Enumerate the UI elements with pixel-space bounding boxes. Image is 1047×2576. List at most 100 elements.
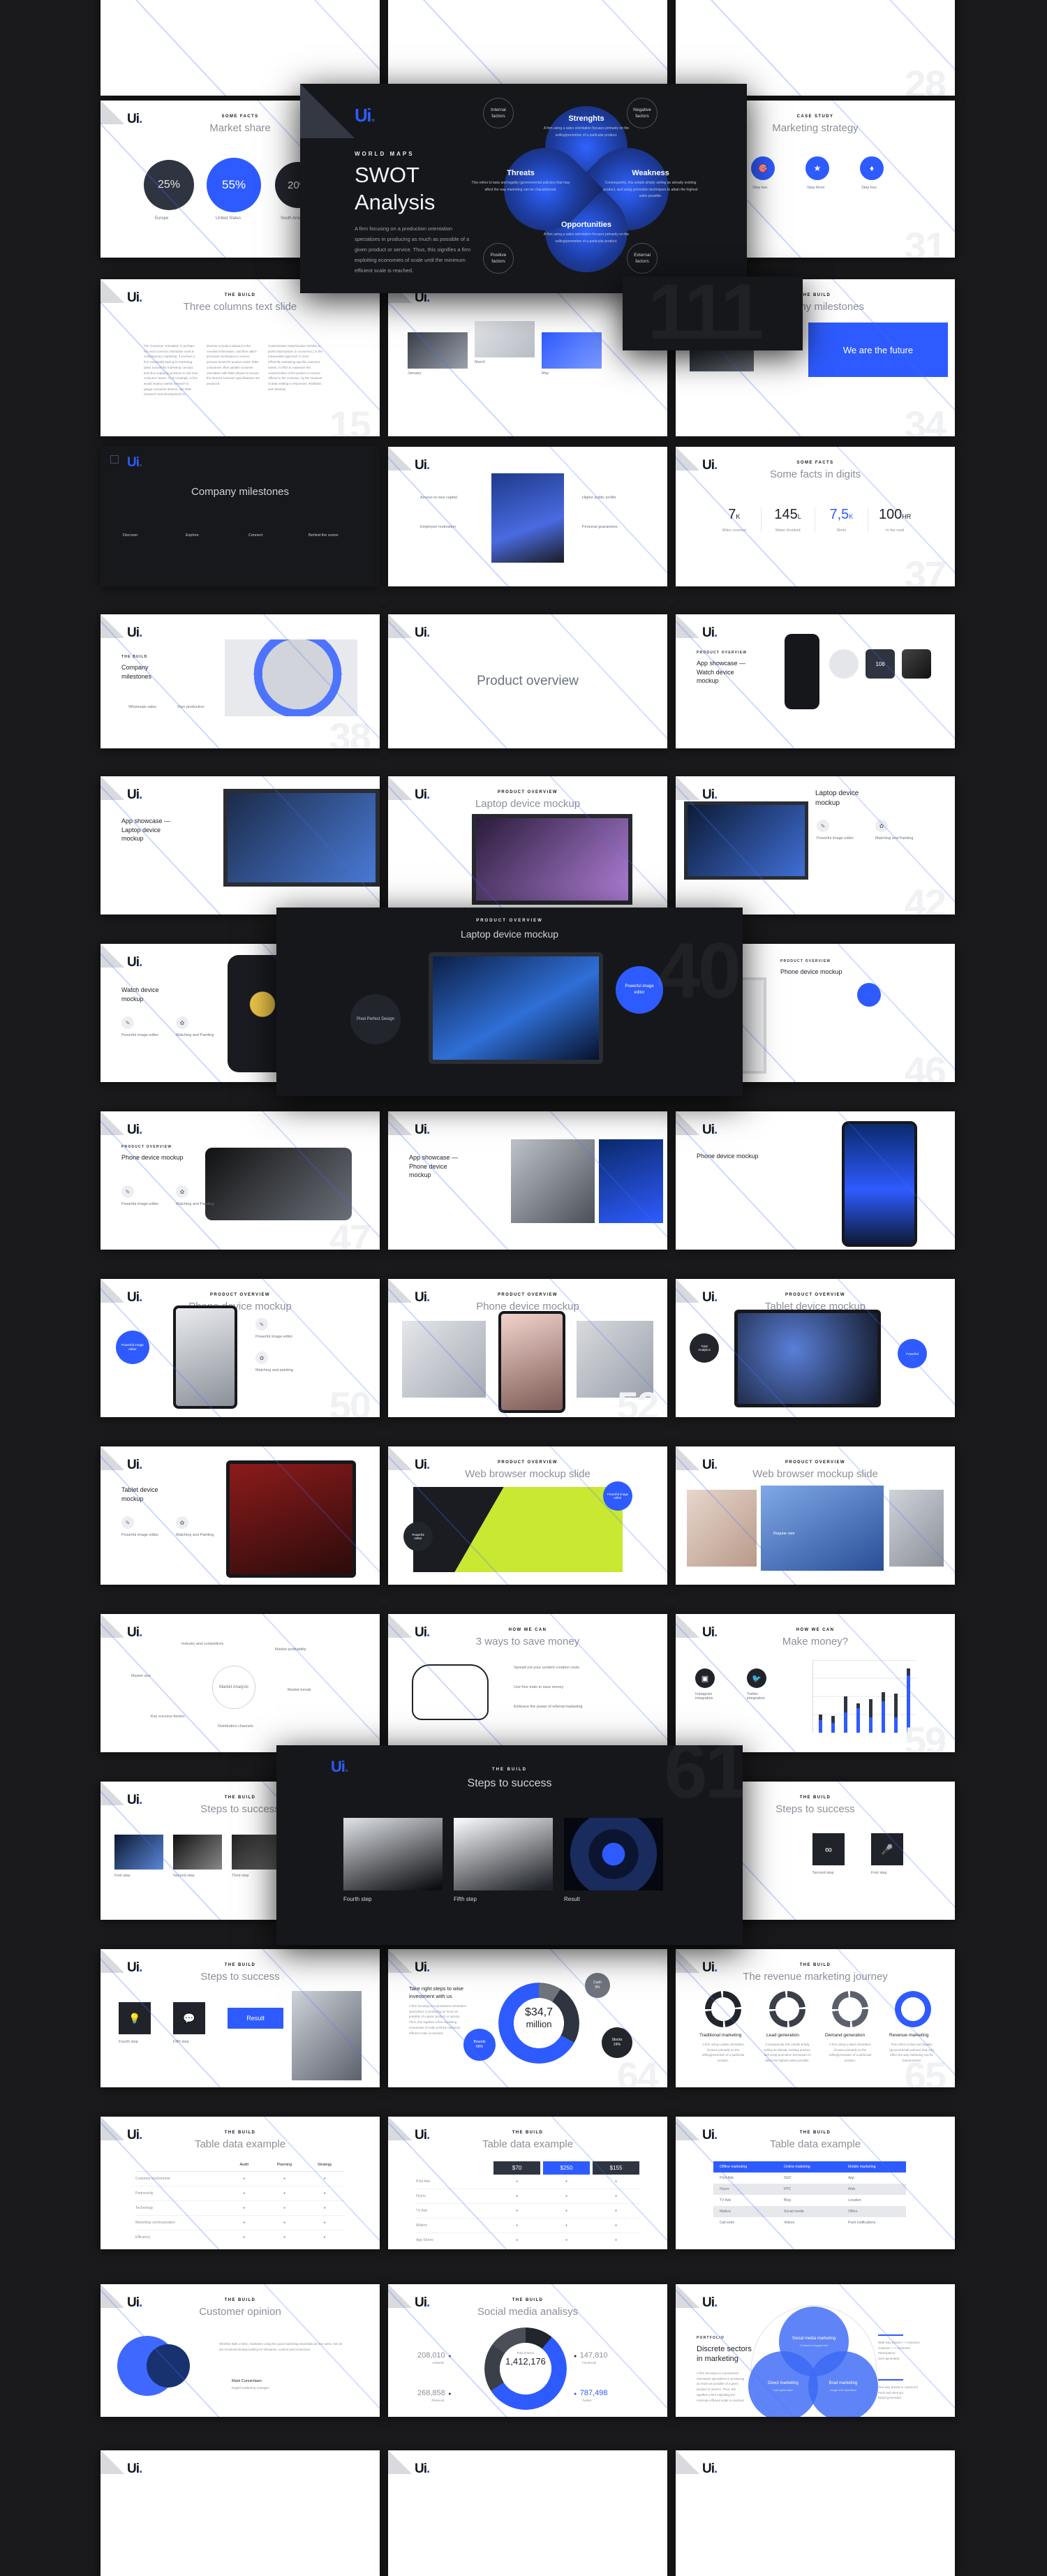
table-cell: Push notifications — [848, 2221, 876, 2225]
featured-panel-laptop[interactable]: PRODUCT OVERVIEW Laptop device mockup Po… — [276, 908, 743, 1096]
table-header-cell: Offline marketing — [720, 2165, 748, 2169]
watch-mockup[interactable] — [785, 634, 819, 709]
browser-mockup[interactable] — [761, 1486, 884, 1571]
step-image-result[interactable] — [564, 1818, 663, 1890]
bullet-item: Push and interrupt — [878, 2390, 903, 2394]
slide-card-laptop-a[interactable]: Ui. App showcase — Laptop device mockup — [101, 776, 380, 915]
slide-card[interactable]: Ui. — [101, 2450, 380, 2576]
step-image-1[interactable] — [114, 1835, 163, 1870]
laptop-mockup[interactable] — [429, 952, 603, 1064]
step-image[interactable] — [292, 1991, 362, 2080]
checkbox-icon[interactable] — [110, 455, 119, 464]
slide-card-table-c[interactable]: Ui. THE BUILD Table data example Offline… — [676, 2117, 955, 2249]
brand-logo: Ui. — [702, 1123, 718, 1137]
phone-mockup[interactable] — [173, 1305, 237, 1409]
page-fold-corner — [676, 776, 699, 800]
slide-card-phone-b[interactable]: Ui. PRODUCT OVERVIEW Phone device mockup… — [101, 1111, 380, 1250]
grid-image-1[interactable] — [408, 332, 468, 369]
grid-image-2[interactable] — [475, 321, 535, 357]
slide-card-web-b[interactable]: Ui. PRODUCT OVERVIEW Web browser mockup … — [676, 1446, 955, 1585]
slide-card-laptop-b[interactable]: Ui. PRODUCT OVERVIEW Laptop device mocku… — [388, 776, 667, 915]
slide-card-discrete-sectors[interactable]: Ui. PORTFOLIO Discrete sectors in market… — [676, 2284, 955, 2417]
slide-card-phone-f[interactable]: Ui. PRODUCT OVERVIEW Phone device mockup… — [388, 1279, 667, 1417]
badge-label: Powerful image editor — [121, 1342, 144, 1351]
slide-card-portfolio-guitar[interactable]: Ui. Access to new capital Employee motiv… — [388, 447, 667, 586]
journey-label-revenue: Revenue marketing — [889, 2033, 929, 2038]
feature-label-1: Powerful image editor — [121, 1033, 159, 1037]
slide-card-revenue-journey[interactable]: Ui. THE BUILD The revenue marketing jour… — [676, 1949, 955, 2087]
phone-mockup[interactable] — [842, 1121, 917, 1247]
slide-number: 64 — [616, 2054, 659, 2087]
slide-card-three-columns[interactable]: Ui. THE BUILD Three columns text slide T… — [101, 279, 380, 436]
page-fold-corner — [676, 1614, 699, 1638]
photo-tile[interactable] — [687, 1490, 757, 1567]
slide-card-facts-digits[interactable]: Ui. SOME FACTS Some facts in digits 7K M… — [676, 447, 955, 586]
stat-label: Water drunked — [775, 528, 801, 533]
featured-panel-swot[interactable]: Ui. WORLD MAPS SWOT Analysis A firm focu… — [300, 84, 747, 293]
feature-label-1: Powerful image editor — [817, 836, 854, 841]
phone-mockup[interactable] — [205, 1148, 352, 1220]
slide-card-market-analysis[interactable]: Ui. Market Analysis Industry and competi… — [101, 1614, 380, 1752]
slide-card-customer-opinion[interactable]: Ui. THE BUILD Customer opinion Whether B… — [101, 2284, 380, 2417]
slide-card-product-overview-cover[interactable]: Ui. Product overview — [388, 614, 667, 748]
slide-card-milestones-map[interactable]: Ui. THE BUILD Company milestones Wholesal… — [101, 614, 380, 748]
browser-mockup[interactable] — [413, 1487, 623, 1572]
step-image-3[interactable] — [232, 1835, 281, 1870]
step-result-button[interactable]: Result — [228, 2008, 283, 2029]
slide-eyebrow: PRODUCT OVERVIEW — [498, 1293, 558, 1297]
slide-card-tablet-b[interactable]: Ui. Tablet device mockup ✎ Powerful image… — [101, 1446, 380, 1585]
feature-label-profile: Higher public profile — [582, 496, 616, 500]
step-image-2[interactable] — [173, 1835, 222, 1870]
step-image-fifth[interactable] — [454, 1818, 553, 1890]
tablet-mockup[interactable] — [734, 1310, 881, 1407]
slide-number: 65 — [904, 2054, 946, 2087]
swot-text: A firm using a sales orientation focuses… — [543, 232, 630, 244]
slide-number: 52 — [616, 1384, 659, 1417]
slide-card-social-analysis[interactable]: Ui. THE BUILD Social media analisys Tota… — [388, 2284, 667, 2417]
slide-card[interactable]: Ui. Relationship process A firm focusing… — [676, 0, 955, 96]
step-image-fourth[interactable] — [343, 1818, 443, 1890]
tablet-mockup[interactable] — [226, 1460, 356, 1578]
slide-card-phone-d[interactable]: Ui. Phone device mockup — [676, 1111, 955, 1250]
legend-wholesale: Wholesale sales — [128, 705, 157, 709]
slide-card[interactable]: Ui. Relationship process A firm focusing… — [101, 0, 380, 96]
feature-icon-1: ✎ — [255, 1318, 268, 1331]
laptop-mockup[interactable] — [472, 814, 632, 905]
slide-card-steps-c[interactable]: Ui. THE BUILD Steps to success 💡 Fourth … — [101, 1949, 380, 2087]
slide-card-watch-mockup[interactable]: Ui. PRODUCT OVERVIEW App showcase — Watch… — [676, 614, 955, 748]
slide-card[interactable]: Ui. — [388, 2450, 667, 2576]
slide-card-investment[interactable]: Ui. Take right steps to wise investment … — [388, 1949, 667, 2087]
brand-logo: Ui. — [127, 1123, 142, 1137]
badge-label: Powerful image editor — [625, 984, 654, 995]
laptop-mockup[interactable] — [684, 801, 808, 880]
page-fold-corner — [388, 1949, 412, 1973]
slide-number: 34 — [904, 403, 946, 436]
slide-card[interactable]: Ui. — [676, 2450, 955, 2576]
page-fold-corner — [676, 447, 699, 471]
slide-card-make-money[interactable]: Ui. HOW WE CAN Make money? ▣ Instagram in… — [676, 1614, 955, 1752]
slide-card-laptop-c[interactable]: Ui. Laptop device mockup ✎ Powerful image… — [676, 776, 955, 915]
slide-card[interactable]: Ui. Relationship process A firm focusing… — [388, 0, 667, 96]
slide-card-phone-e[interactable]: Ui. PRODUCT OVERVIEW Phone device mockup… — [101, 1279, 380, 1417]
phone-mockup[interactable] — [599, 1139, 663, 1223]
photo-tile[interactable] — [511, 1139, 595, 1223]
photo-tile[interactable] — [402, 1321, 486, 1398]
slide-card-table-b[interactable]: Ui. THE BUILD Table data example $70 $25… — [388, 2117, 667, 2249]
slide-card-tablet-a[interactable]: Ui. PRODUCT OVERVIEW Tablet device mocku… — [676, 1279, 955, 1417]
legend-bubble-bounds: Bounds 66% — [463, 2029, 496, 2061]
featured-panel-steps[interactable]: Ui. THE BUILD Steps to success Fourth st… — [276, 1745, 743, 1945]
grid-image-3[interactable] — [542, 332, 602, 369]
slide-card-milestones-dark[interactable]: Ui. Company milestones Discover Explore … — [101, 447, 380, 586]
step-icon-bulb: 💡 — [119, 2002, 151, 2034]
portfolio-image[interactable] — [491, 473, 564, 563]
slide-card-web-a[interactable]: Ui. PRODUCT OVERVIEW Web browser mockup … — [388, 1446, 667, 1585]
slide-card-table-a[interactable]: Ui. THE BUILD Table data example Audit P… — [101, 2117, 380, 2249]
photo-tile[interactable] — [889, 1490, 944, 1567]
phone-mockup[interactable] — [498, 1311, 565, 1413]
legend-value: 208,010 — [417, 2351, 445, 2360]
chart-gridlines — [813, 1660, 916, 1733]
slide-card-save-money[interactable]: Ui. HOW WE CAN 3 ways to save money Spre… — [388, 1614, 667, 1752]
laptop-mockup[interactable] — [223, 789, 380, 887]
table-cell: Flyers — [720, 2187, 729, 2191]
slide-card-phone-c[interactable]: Ui. App showcase — Phone device mockup — [388, 1111, 667, 1250]
